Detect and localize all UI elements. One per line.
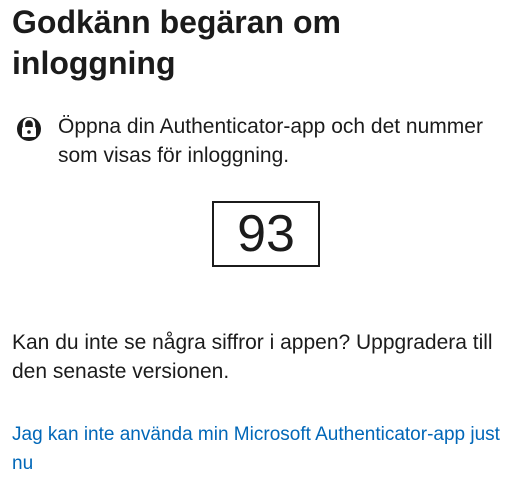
lock-icon (12, 112, 46, 146)
instruction-row: Öppna din Authenticator-app och det numm… (12, 112, 512, 172)
sign-in-number: 93 (212, 201, 320, 267)
upgrade-message: Kan du inte se några siffror i appen? Up… (12, 331, 493, 383)
page-title: Godkänn begäran om inloggning (12, 4, 341, 81)
instruction-text: Öppna din Authenticator-app och det numm… (58, 115, 483, 167)
cant-use-authenticator-link[interactable]: Jag kan inte använda min Microsoft Authe… (12, 420, 517, 478)
